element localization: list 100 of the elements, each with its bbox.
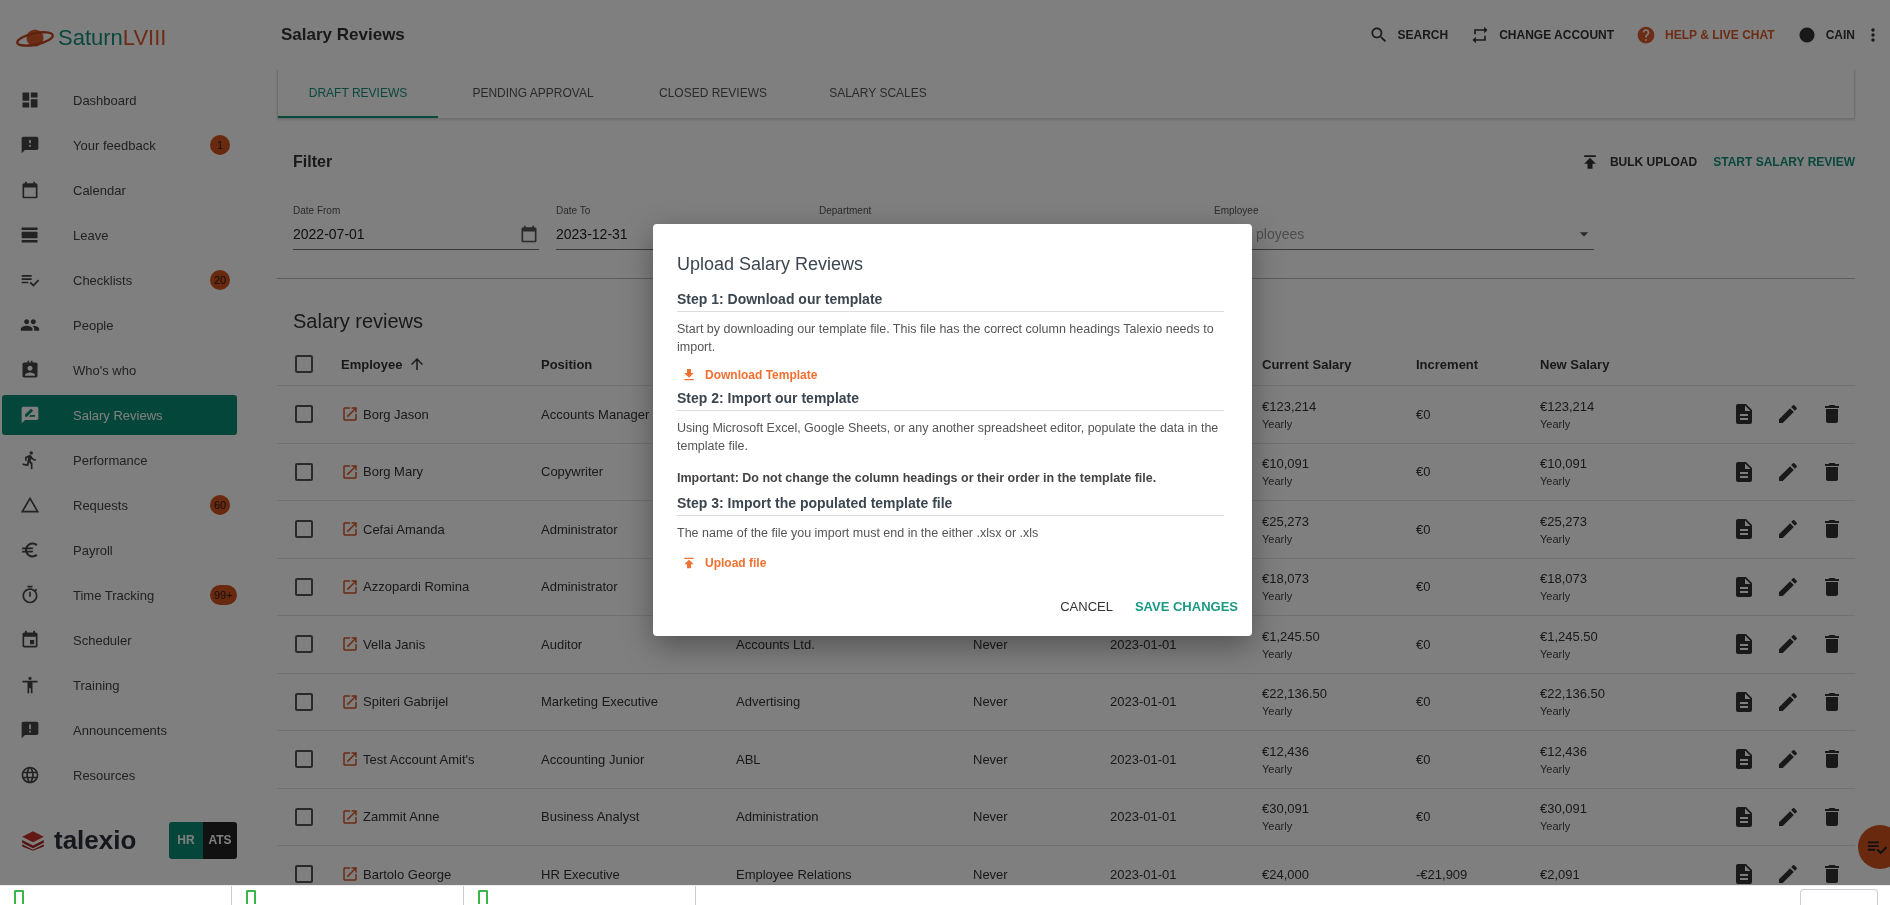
sidebar-item[interactable]: Leave: [2, 215, 237, 255]
sidebar-item[interactable]: Calendar: [2, 170, 237, 210]
salary-period: Yearly: [1262, 705, 1294, 718]
salary-period: Yearly: [1540, 762, 1572, 775]
module-switch-button[interactable]: ATS: [203, 821, 237, 859]
table-cell: Accounts Ltd.: [736, 636, 815, 652]
instruction-text: Start by downloading our template file. This file has the correct column headings Talexio needs to import.: [677, 321, 1215, 356]
open-link-icon[interactable]: [341, 577, 359, 596]
download-icon: [681, 367, 697, 383]
module-switch-button[interactable]: HR: [169, 821, 203, 859]
salary-period: Yearly: [1262, 820, 1294, 833]
column-header[interactable]: Increment: [1416, 356, 1479, 372]
table-cell: Copywriter: [541, 464, 604, 480]
table-cell: €0: [1416, 521, 1431, 537]
review-icon: [20, 405, 40, 425]
count-badge: 20: [210, 270, 231, 290]
swap-button[interactable]: CHANGE ACCOUNT: [1470, 25, 1615, 45]
start-review-button[interactable]: START SALARY REVIEW: [1713, 152, 1855, 172]
tab-icon[interactable]: [246, 890, 256, 904]
open-link-icon[interactable]: [341, 635, 359, 654]
field-label: Employee: [1214, 205, 1260, 218]
table-cell: -€21,909: [1416, 866, 1468, 882]
column-header[interactable]: New Salary: [1540, 356, 1610, 372]
filter-field[interactable]: 2022-07-01: [293, 219, 539, 250]
open-link-icon[interactable]: [341, 692, 359, 711]
sidebar-item[interactable]: Requests 60: [2, 485, 237, 525]
sidebar-item[interactable]: People: [2, 305, 237, 345]
upload-icon: [681, 555, 697, 571]
column-header[interactable]: Current Salary: [1262, 356, 1352, 372]
user-button[interactable]: CAIN: [1796, 25, 1855, 45]
sidebar-item[interactable]: Your feedback 1: [2, 125, 237, 165]
sidebar-item[interactable]: Dashboard: [2, 80, 237, 120]
sidebar-item[interactable]: Training: [2, 665, 237, 705]
open-link-icon[interactable]: [341, 520, 359, 539]
open-link-icon[interactable]: [341, 405, 359, 424]
column-header[interactable]: Position: [541, 356, 593, 372]
sidebar-item[interactable]: Performance: [2, 440, 237, 480]
checkbox[interactable]: [293, 690, 315, 713]
tab[interactable]: SALARY SCALES: [798, 70, 958, 118]
bulk-upload-button[interactable]: BULK UPLOAD: [1579, 152, 1698, 172]
open-link-icon[interactable]: [341, 807, 359, 826]
checkbox[interactable]: [293, 575, 315, 598]
table-cell: Marketing Executive: [541, 694, 659, 710]
sidebar-item[interactable]: Scheduler: [2, 620, 237, 660]
checkbox[interactable]: [293, 518, 315, 541]
table-cell: HR Executive: [541, 866, 620, 882]
checklist-fab[interactable]: [1858, 825, 1890, 869]
checkbox[interactable]: [293, 863, 315, 885]
tab[interactable]: DRAFT REVIEWS: [278, 70, 438, 118]
sidebar-item[interactable]: Who's who: [2, 350, 237, 390]
checkbox[interactable]: [293, 748, 315, 771]
tab[interactable]: CLOSED REVIEWS: [628, 70, 798, 118]
salary-period: Yearly: [1262, 647, 1294, 660]
open-link-icon[interactable]: [341, 462, 359, 481]
sidebar-item[interactable]: Announcements: [2, 710, 237, 750]
sidebar-item[interactable]: Salary Reviews: [2, 395, 237, 435]
figure-icon: [20, 675, 40, 695]
table-cell: 2023-01-01: [1110, 751, 1177, 767]
count-badge: 1: [210, 135, 230, 155]
column-header[interactable]: Employee: [341, 356, 403, 372]
instruction-text: Important: Do not change the column headings or their order in the template file.: [677, 470, 1158, 487]
checkbox[interactable]: [293, 633, 315, 656]
help-icon: [1636, 25, 1657, 45]
help-button[interactable]: HELP & LIVE CHAT: [1636, 25, 1775, 45]
sidebar-item[interactable]: Resources: [2, 755, 237, 795]
table-cell: €0: [1416, 694, 1431, 710]
sidebar-item[interactable]: Checklists 20: [2, 260, 237, 300]
salary-period: Yearly: [1540, 532, 1572, 545]
dialog-title: Upload Salary Reviews: [677, 254, 865, 275]
calendar-icon[interactable]: [519, 224, 539, 244]
salary-amount: €123,214: [1262, 398, 1318, 414]
table-cell: Never: [973, 809, 1008, 825]
table-cell: Never: [973, 694, 1008, 710]
edit-icon[interactable]: [1776, 862, 1800, 885]
filter-title: Filter: [293, 153, 333, 171]
checkbox[interactable]: [293, 353, 315, 375]
sidebar-item[interactable]: Payroll: [2, 530, 237, 570]
upload-link[interactable]: Upload file: [677, 552, 767, 574]
checkbox[interactable]: [293, 403, 315, 426]
tab[interactable]: PENDING APPROVAL: [438, 70, 628, 118]
checkbox[interactable]: [293, 460, 315, 483]
checkbox[interactable]: [293, 805, 315, 828]
cancel-button[interactable]: CANCEL: [1060, 593, 1113, 620]
save-button[interactable]: SAVE CHANGES: [1134, 593, 1238, 620]
download-link[interactable]: Download Template: [677, 364, 818, 386]
table-cell: Administrator: [541, 521, 618, 537]
salary-amount: €10,091: [1262, 456, 1310, 472]
table-cell: €0: [1416, 809, 1431, 825]
tab-icon[interactable]: [14, 890, 24, 904]
employee-name: Cefai Amanda: [363, 521, 445, 537]
table-cell: 2023-01-01: [1110, 866, 1177, 882]
tab-icon[interactable]: [478, 890, 488, 904]
search-button[interactable]: SEARCH: [1368, 25, 1449, 45]
sidebar-item[interactable]: Time Tracking 99+: [2, 575, 237, 615]
step-heading: Step 3: Import the populated template file: [677, 495, 1224, 516]
table-cell: €0: [1416, 636, 1431, 652]
open-link-icon[interactable]: [341, 750, 359, 769]
open-link-icon[interactable]: [341, 865, 359, 884]
field-label: Date To: [556, 205, 592, 218]
count-badge: 60: [210, 495, 231, 515]
